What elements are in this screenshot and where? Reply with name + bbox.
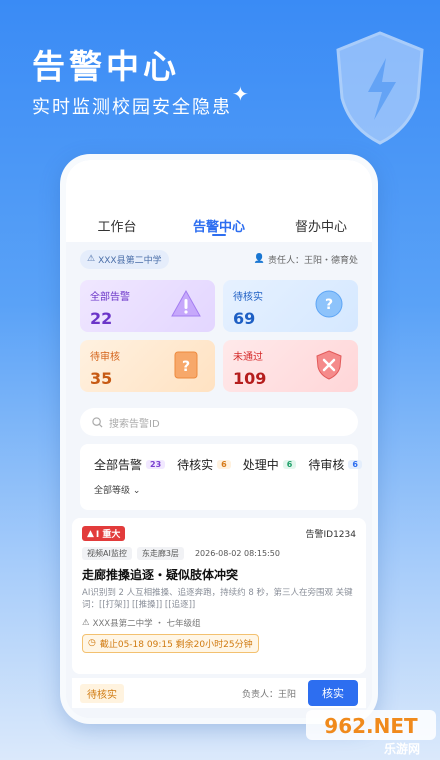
filter-panel: 全部告警 23 待核实 6 处理中 6 待审核 6 全部等级 ⌄	[80, 444, 362, 510]
tab-alert-center[interactable]: 告警中心	[169, 210, 269, 240]
level-dropdown[interactable]: 全部等级 ⌄	[80, 473, 358, 496]
hero-subtitle: 实时监测校园安全隐患	[32, 97, 232, 118]
alert-footer: 待核实 负责人：王阳 核实	[72, 678, 366, 708]
shield-lightning-icon	[336, 31, 424, 145]
alert-id: 告警ID1234	[305, 530, 357, 540]
svg-text:?: ?	[325, 297, 333, 313]
location-tag: 东走廊3层	[136, 547, 184, 560]
search-bar[interactable]: 搜索告警ID	[80, 408, 358, 436]
tab-workbench[interactable]: 工作台	[67, 210, 167, 240]
alert-card[interactable]: ▲ I 重大 告警ID1234 视频AI监控 东走廊3层 2026-08-02 …	[72, 518, 366, 674]
school-icon: ⚠	[87, 254, 96, 264]
filter-all-alerts[interactable]: 全部告警 23	[94, 456, 166, 473]
alert-time: 2026-08-02 08:15:50	[194, 549, 280, 558]
filter-label: 待核实	[177, 458, 214, 472]
status-badge: 待核实	[80, 683, 124, 703]
level-label: 全部等级	[94, 486, 131, 496]
search-icon	[92, 416, 103, 428]
severity-badge: ▲ I 重大	[82, 526, 126, 541]
count-badge: 6	[282, 460, 297, 469]
verify-button[interactable]: 核实	[308, 680, 358, 706]
count-badge: 6	[217, 460, 231, 469]
question-bubble-icon: ?	[315, 290, 343, 318]
sparkle-icon: ✦	[232, 82, 249, 106]
deadline-badge: ◷ 截止05-18 09:15 剩余20小时25分钟	[82, 633, 259, 653]
alert-description: AI识别到 2 人互相推搡、追逐奔跑，持续约 8 秒，第三人在旁围观 关键词：[…	[82, 588, 353, 611]
card-rejected[interactable]: 未通过 109	[223, 340, 358, 392]
filter-pending-verify[interactable]: 待核实 6	[177, 456, 231, 473]
source-tag: 视频AI监控	[82, 547, 132, 560]
status-filter-tabs: 全部告警 23 待核实 6 处理中 6 待审核 6	[80, 444, 362, 473]
warning-crystal-icon	[171, 289, 201, 317]
school-name: XXX县第二中学	[98, 255, 162, 266]
owner-info: 👤 责任人：王阳・德育处	[254, 253, 358, 266]
watermark-text: 962.NET	[324, 714, 418, 738]
chevron-down-icon: ⌄	[132, 486, 141, 496]
search-input[interactable]: 搜索告警ID	[109, 415, 160, 430]
severity-label: I 重大	[95, 530, 121, 540]
app-screen: 工作台 告警中心 督办中心 ⚠ XXX县第二中学 👤 责任人：王阳・德育处 全部…	[66, 160, 372, 718]
filter-processing[interactable]: 处理中 6	[243, 456, 297, 473]
tab-supervision-center[interactable]: 督办中心	[271, 210, 371, 240]
watermark-sub: 乐游网	[384, 741, 420, 756]
top-tabs: 工作台 告警中心 督办中心	[66, 210, 372, 240]
filter-label: 待审核	[308, 458, 345, 472]
count-badge: 6	[348, 460, 362, 469]
card-all-alerts[interactable]: 全部告警 22	[80, 280, 215, 332]
shield-x-icon	[316, 350, 342, 380]
warning-icon: ▲	[87, 528, 94, 539]
filter-pending-review[interactable]: 待审核 6	[308, 456, 362, 473]
clock-icon: ◷	[88, 638, 96, 649]
deadline-text: 截止05-18 09:15 剩余20小时25分钟	[99, 639, 253, 650]
owner-text: 责任人：王阳・德育处	[267, 255, 358, 266]
site-watermark-logo: 962.NET 乐游网	[306, 710, 436, 756]
location-icon: ⚠	[82, 617, 90, 628]
filter-label: 处理中	[242, 458, 279, 472]
school-chip[interactable]: ⚠ XXX县第二中学	[80, 249, 169, 269]
alert-location: ⚠ XXX县第二中学 ・ 七年级组	[82, 617, 356, 629]
document-question-icon: ?	[174, 351, 198, 379]
location-text: XXX县第二中学 ・ 七年级组	[92, 618, 201, 629]
responsible-person: 负责人：王阳	[241, 689, 296, 700]
hero-title: 告警中心	[32, 47, 180, 86]
phone-mockup: 工作台 告警中心 督办中心 ⚠ XXX县第二中学 👤 责任人：王阳・德育处 全部…	[60, 154, 378, 724]
person-icon: 👤	[253, 254, 265, 264]
stat-cards: 全部告警 22 待核实 69 ? 待审核 35 ? 未通过 109	[80, 280, 358, 392]
info-bar: ⚠ XXX县第二中学 👤 责任人：王阳・德育处	[80, 248, 358, 270]
count-badge: 23	[146, 460, 166, 469]
svg-text:?: ?	[182, 359, 190, 375]
card-pending-verify[interactable]: 待核实 69 ?	[223, 280, 358, 332]
alert-title: 走廊推搡追逐・疑似肢体冲突	[82, 568, 239, 582]
card-pending-review[interactable]: 待审核 35 ?	[80, 340, 215, 392]
filter-label: 全部告警	[94, 458, 143, 472]
